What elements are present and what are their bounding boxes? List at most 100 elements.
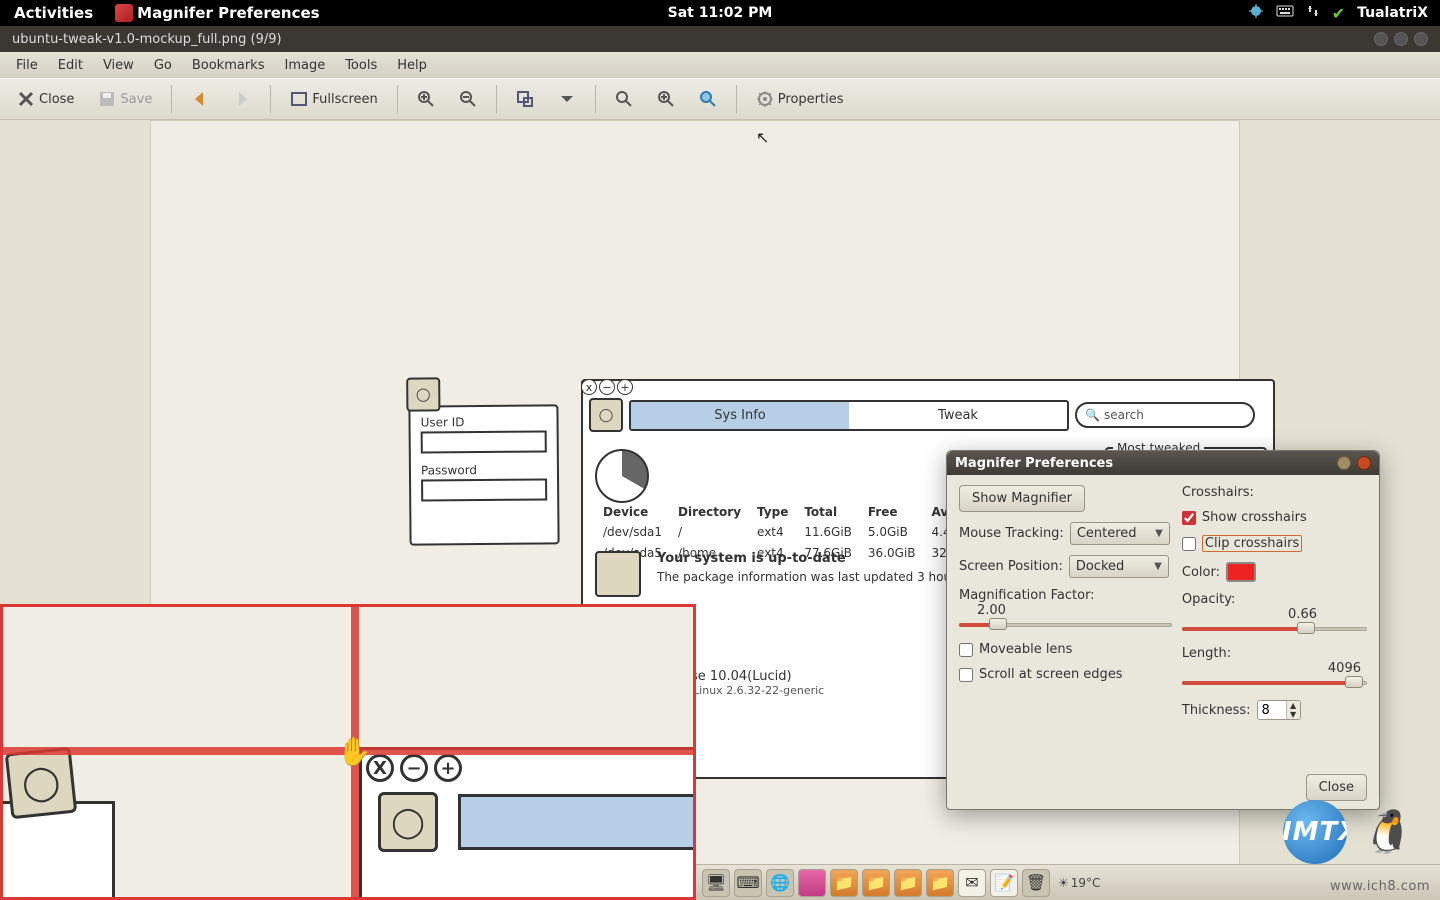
activities-button[interactable]: Activities [0,4,107,22]
scroll-edges-checkbox[interactable]: Scroll at screen edges [959,667,1172,682]
package-icon [595,551,641,597]
thickness-label: Thickness: [1182,703,1251,718]
menu-file[interactable]: File [6,54,48,77]
save-button[interactable]: Save [89,85,161,113]
menu-bookmarks[interactable]: Bookmarks [182,54,275,77]
weather-applet[interactable]: ☀ 19°C [1058,876,1100,890]
menu-view[interactable]: View [93,54,144,77]
browser-icon[interactable]: 🌐 [766,869,794,897]
length-slider[interactable] [1182,676,1367,690]
user-id-label: User ID [420,414,546,429]
pref-minimize-button[interactable] [1337,456,1351,470]
nav-back-button[interactable] [182,85,218,113]
hand-cursor-icon: ✋ [337,735,372,768]
pref-close-x-button[interactable] [1357,456,1371,470]
pref-title: Magnifer Preferences [955,456,1113,471]
zoom-fitwidth-button[interactable] [690,85,726,113]
watermark-imtx: IMTX 🐧 [1283,800,1412,864]
menu-edit[interactable]: Edit [48,54,93,77]
nav-forward-button[interactable] [224,85,260,113]
fullscreen-button[interactable]: Fullscreen [281,85,386,113]
close-button[interactable]: Close [8,85,83,113]
show-desktop-icon[interactable]: 🖥 [702,869,730,897]
trash-icon[interactable]: 🗑 [1022,869,1050,897]
folder-icon[interactable]: 📁 [894,869,922,897]
opacity-label: Opacity: [1182,592,1367,607]
bottom-dock: 🖥 ⌨ 🌐 📁 📁 📁 📁 ✉ 📝 🗑 ☀ 19°C [696,864,1440,900]
toolbar-separator [171,85,172,113]
user-menu[interactable]: TualatriX [1357,5,1428,21]
zoomed-tab: Sy [458,794,696,850]
focused-window-title[interactable]: Magnifer Preferences [107,4,327,22]
pref-close-button[interactable]: Close [1306,774,1367,801]
zoom-100-button[interactable] [648,85,684,113]
thickness-spinner[interactable]: ▲▼ [1257,700,1301,720]
pref-titlebar[interactable]: Magnifer Preferences [947,451,1379,475]
toolbar-separator [496,85,497,113]
crosshair-color-label: Color: [1182,565,1220,580]
tux-icon: 🐧 [1360,807,1412,857]
window-close-button[interactable] [1414,32,1428,46]
mouse-tracking-select[interactable]: Centered▼ [1070,522,1170,545]
properties-button[interactable]: Properties [747,85,853,113]
mouse-tracking-label: Mouse Tracking: [959,526,1064,541]
mockup-login-card: ◯ User ID Password [408,404,559,545]
mockup-search: 🔍search [1075,402,1255,428]
moveable-lens-checkbox[interactable]: Moveable lens [959,642,1172,657]
terminal-icon[interactable]: ⌨ [734,869,762,897]
magnifier-docked-view: ◯ X−+ ◯ Sy ✋ [0,604,696,900]
menu-image[interactable]: Image [274,54,335,77]
zoom-out-button[interactable] [450,85,486,113]
opacity-value: 0.66 [1182,607,1367,622]
folder-icon[interactable]: 📁 [830,869,858,897]
disk-pie-icon [595,449,649,503]
show-crosshairs-checkbox[interactable]: Show crosshairs [1182,510,1367,525]
menu-tools[interactable]: Tools [335,54,387,77]
menu-go[interactable]: Go [144,54,182,77]
mockup-window-controls: x−+ [581,379,633,395]
toolbar-separator [736,85,737,113]
keyboard-tray-icon[interactable] [1276,4,1294,22]
user-status-icon: ✔ [1332,4,1345,23]
weather-tray-icon[interactable] [1248,3,1264,23]
menu-help[interactable]: Help [387,54,437,77]
toolbar-separator [270,85,271,113]
magnifier-preferences-dialog: Magnifer Preferences Show Magnifier Mous… [946,450,1380,810]
tab-sysinfo: Sys Info [631,402,849,429]
thickness-input[interactable] [1258,701,1286,719]
document-title: ubuntu-tweak-v1.0-mockup_full.png (9/9) [12,32,282,47]
window-minimize-button[interactable] [1374,32,1388,46]
gnome-top-panel: Activities Magnifer Preferences Sat 11:0… [0,0,1440,26]
mag-factor-slider[interactable] [959,618,1172,632]
network-tray-icon[interactable] [1306,4,1320,22]
zoom-fit-button[interactable] [507,85,543,113]
ubuntu-icon: ◯ [5,747,78,820]
folder-icon[interactable]: 📁 [862,869,890,897]
mockup-tabs: Sys Info Tweak [629,400,1069,431]
folder-icon[interactable]: 📁 [926,869,954,897]
mockup-userid-field [421,430,547,453]
zoom-in-button[interactable] [408,85,444,113]
crosshair-color-button[interactable] [1226,562,1256,582]
zoom-actual-button[interactable] [606,85,642,113]
show-magnifier-button[interactable]: Show Magnifier [959,485,1085,512]
crosshairs-heading: Crosshairs: [1182,485,1367,500]
ubuntu-icon: ◯ [378,792,438,852]
clip-crosshairs-checkbox[interactable]: Clip crosshairs [1182,535,1367,552]
opacity-slider[interactable] [1182,622,1367,636]
fullscreen-label: Fullscreen [312,92,377,107]
mail-icon[interactable]: ✉ [958,869,986,897]
screen-position-select[interactable]: Docked▼ [1069,555,1169,578]
close-label: Close [39,92,74,107]
toolbar-separator [595,85,596,113]
update-subtitle: The package information was last updated… [657,570,992,584]
workspace-icon[interactable] [798,869,826,897]
window-maximize-button[interactable] [1394,32,1408,46]
toolbar-separator [397,85,398,113]
screen-position-label: Screen Position: [959,559,1063,574]
zoomed-main: X−+ ◯ Sy [359,747,696,900]
panel-clock[interactable]: Sat 11:02 PM [668,5,773,21]
mouse-cursor-icon: ↖ [756,128,769,147]
zoom-menu-arrow[interactable] [549,85,585,113]
notes-icon[interactable]: 📝 [990,869,1018,897]
